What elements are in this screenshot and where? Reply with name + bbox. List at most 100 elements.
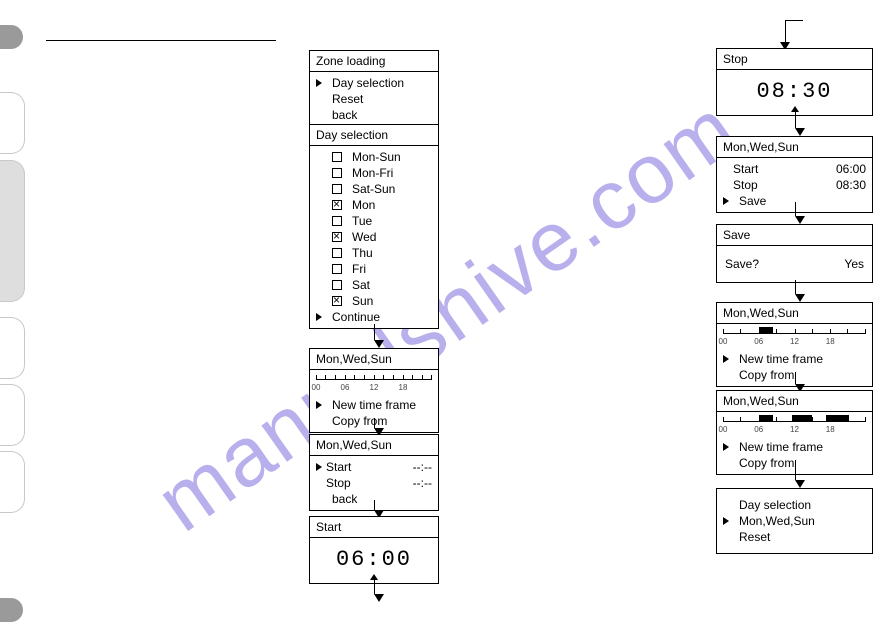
header-rule <box>46 40 276 41</box>
checkbox-mon-sun[interactable]: Mon-Sun <box>316 149 432 165</box>
row-value: --:-- <box>413 459 432 475</box>
checkbox-mon[interactable]: Mon <box>316 197 432 213</box>
side-tab <box>0 317 25 379</box>
panel-title: Mon,Wed,Sun <box>310 435 438 456</box>
panel-day-selection: Day selection Mon-Sun Mon-Fri Sat-Sun Mo… <box>309 124 439 329</box>
checkbox-mon-fri[interactable]: Mon-Fri <box>316 165 432 181</box>
menu-item-mws[interactable]: Mon,Wed,Sun <box>723 513 866 529</box>
menu-item-back[interactable]: back <box>316 107 432 123</box>
tick-label: 12 <box>370 383 379 392</box>
menu-item-day-selection[interactable]: Day selection <box>723 497 866 513</box>
checkbox-label: Sat-Sun <box>352 181 395 197</box>
checkbox-icon <box>332 152 342 162</box>
side-tab <box>0 598 23 622</box>
tick-label: 00 <box>719 337 728 346</box>
panel-title: Mon,Wed,Sun <box>717 137 872 158</box>
side-tab <box>0 160 25 302</box>
row-value: 08:30 <box>836 177 866 193</box>
menu-item-label: New time frame <box>739 351 823 367</box>
pointer-icon <box>723 443 729 451</box>
checkbox-icon <box>332 184 342 194</box>
pointer-icon <box>316 313 322 321</box>
checkbox-label: Thu <box>352 245 373 261</box>
checkbox-label: Wed <box>352 229 376 245</box>
menu-item-label: Reset <box>739 529 770 545</box>
time-display[interactable]: 08:30 <box>723 73 866 106</box>
menu-item-label: Reset <box>332 91 363 107</box>
checkbox-icon <box>332 168 342 178</box>
row-value: --:-- <box>413 475 432 491</box>
checkbox-label: Tue <box>352 213 372 229</box>
checkbox-sat[interactable]: Sat <box>316 277 432 293</box>
menu-item-new-timeframe[interactable]: New time frame <box>723 351 866 367</box>
checkbox-label: Fri <box>352 261 366 277</box>
pointer-icon <box>316 79 322 87</box>
row-stop[interactable]: Stop 08:30 <box>723 177 866 193</box>
row-value: 06:00 <box>836 161 866 177</box>
side-tab <box>0 451 25 513</box>
row-key: Start <box>326 459 351 475</box>
timeline-ruler: 00 06 12 18 <box>316 375 432 397</box>
panel-title: Start <box>310 517 438 538</box>
row-key: Save <box>739 193 766 209</box>
row-key: Start <box>733 161 758 177</box>
panel-title: Zone loading <box>310 51 438 72</box>
menu-item-label: Copy from <box>332 413 387 429</box>
panel-final-menu: Day selection Mon,Wed,Sun Reset <box>716 488 873 554</box>
checkbox-fri[interactable]: Fri <box>316 261 432 277</box>
row-start[interactable]: Start --:-- <box>316 459 432 475</box>
menu-item-label: Copy from <box>739 367 794 383</box>
menu-item-label: Day selection <box>739 497 811 513</box>
row-key: Stop <box>733 177 758 193</box>
checkbox-label: Sun <box>352 293 373 309</box>
menu-item-continue[interactable]: Continue <box>316 309 432 325</box>
menu-item-label: Copy from <box>739 455 794 471</box>
checkbox-icon <box>332 200 342 210</box>
checkbox-icon <box>332 216 342 226</box>
prompt-answer: Yes <box>844 256 864 272</box>
menu-item-reset[interactable]: Reset <box>723 529 866 545</box>
menu-item-label: Day selection <box>332 75 404 91</box>
checkbox-sat-sun[interactable]: Sat-Sun <box>316 181 432 197</box>
tick-label: 12 <box>790 425 799 434</box>
checkbox-sun[interactable]: Sun <box>316 293 432 309</box>
tick-label: 18 <box>399 383 408 392</box>
pointer-icon <box>723 197 729 205</box>
checkbox-tue[interactable]: Tue <box>316 213 432 229</box>
checkbox-icon <box>332 280 342 290</box>
watermark-text: manualshive.com <box>139 79 755 551</box>
panel-title: Mon,Wed,Sun <box>717 303 872 324</box>
menu-item-label: Continue <box>332 309 380 325</box>
timeline-ruler: 00 06 12 18 <box>723 417 866 439</box>
checkbox-thu[interactable]: Thu <box>316 245 432 261</box>
menu-item-new-timeframe[interactable]: New time frame <box>316 397 432 413</box>
tick-label: 00 <box>719 425 728 434</box>
panel-title: Mon,Wed,Sun <box>310 349 438 370</box>
row-start[interactable]: Start 06:00 <box>723 161 866 177</box>
checkbox-icon <box>332 296 342 306</box>
menu-item-new-timeframe[interactable]: New time frame <box>723 439 866 455</box>
tick-label: 00 <box>312 383 321 392</box>
side-tab <box>0 384 25 446</box>
panel-zone-loading: Zone loading Day selection Reset back <box>309 50 439 127</box>
menu-item-day-selection[interactable]: Day selection <box>316 75 432 91</box>
menu-item-reset[interactable]: Reset <box>316 91 432 107</box>
panel-title: Save <box>717 225 872 246</box>
prompt-text: Save? <box>725 256 759 272</box>
side-tab <box>0 25 23 49</box>
time-bar <box>759 327 773 333</box>
timeline-ruler: 00 06 12 18 <box>723 329 866 351</box>
checkbox-label: Mon-Fri <box>352 165 393 181</box>
checkbox-icon <box>332 248 342 258</box>
menu-item-label: New time frame <box>739 439 823 455</box>
pointer-icon <box>316 401 322 409</box>
panel-title: Mon,Wed,Sun <box>717 391 872 412</box>
time-display[interactable]: 06:00 <box>316 541 432 574</box>
panel-stop-time: Stop 08:30 <box>716 48 873 116</box>
panel-start-time: Start 06:00 <box>309 516 439 584</box>
menu-item-label: New time frame <box>332 397 416 413</box>
row-key: back <box>332 491 357 507</box>
checkbox-wed[interactable]: Wed <box>316 229 432 245</box>
row-stop[interactable]: Stop--:-- <box>316 475 432 491</box>
save-prompt[interactable]: Save? Yes <box>725 256 864 272</box>
